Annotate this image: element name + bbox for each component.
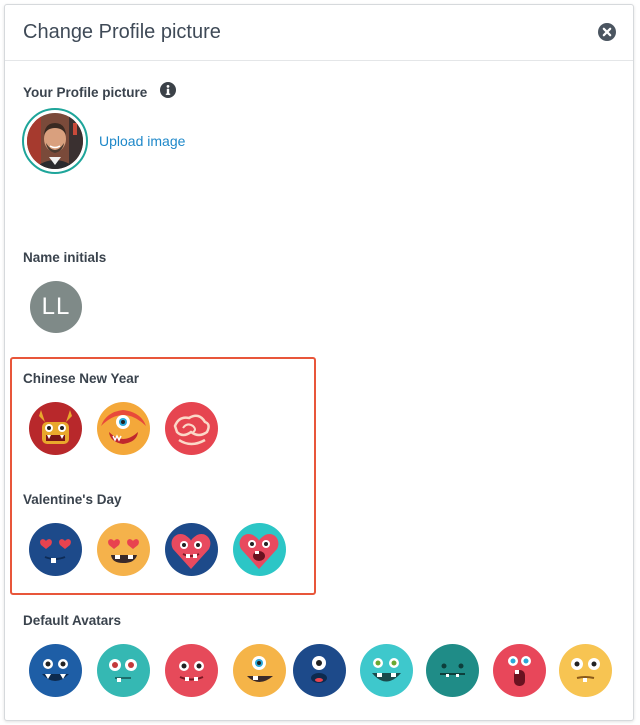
heart-monster-avatar[interactable] xyxy=(165,523,218,576)
initials-avatar[interactable]: LL xyxy=(30,281,82,333)
cloud-pattern-avatar[interactable] xyxy=(165,402,218,455)
yellow-cyclops-avatar[interactable] xyxy=(233,644,286,697)
teal-monster-avatar[interactable] xyxy=(97,644,150,697)
dialog-header: Change Profile picture xyxy=(5,5,633,61)
profile-picture-label: Your Profile picture xyxy=(23,85,148,100)
pink-monster-avatar[interactable] xyxy=(493,644,546,697)
blue-monster-avatar[interactable] xyxy=(29,644,82,697)
lion-dance-avatar[interactable] xyxy=(97,402,150,455)
name-initials-label: Name initials xyxy=(23,250,107,265)
yellow-monster-avatar[interactable] xyxy=(559,644,612,697)
heart-monster-cyan-avatar[interactable] xyxy=(233,523,286,576)
dialog-title: Change Profile picture xyxy=(23,21,221,43)
heart-eyes-yellow-avatar[interactable] xyxy=(97,523,150,576)
red-monster-avatar[interactable] xyxy=(165,644,218,697)
blue-cyclops-avatar[interactable] xyxy=(293,644,346,697)
dark-teal-monster-avatar[interactable] xyxy=(426,644,479,697)
upload-image-link[interactable]: Upload image xyxy=(99,133,185,149)
chinese-new-year-label: Chinese New Year xyxy=(23,371,140,386)
close-icon[interactable] xyxy=(598,23,616,41)
profile-photo[interactable] xyxy=(22,108,88,174)
info-icon[interactable] xyxy=(160,82,176,98)
valentines-day-label: Valentine's Day xyxy=(23,492,122,507)
cyan-monster-avatar[interactable] xyxy=(360,644,413,697)
change-profile-picture-dialog: Change Profile picture Your Profile pict… xyxy=(4,4,634,721)
dragon-avatar[interactable] xyxy=(29,402,82,455)
default-avatars-label: Default Avatars xyxy=(23,613,122,628)
heart-eyes-blue-avatar[interactable] xyxy=(29,523,82,576)
